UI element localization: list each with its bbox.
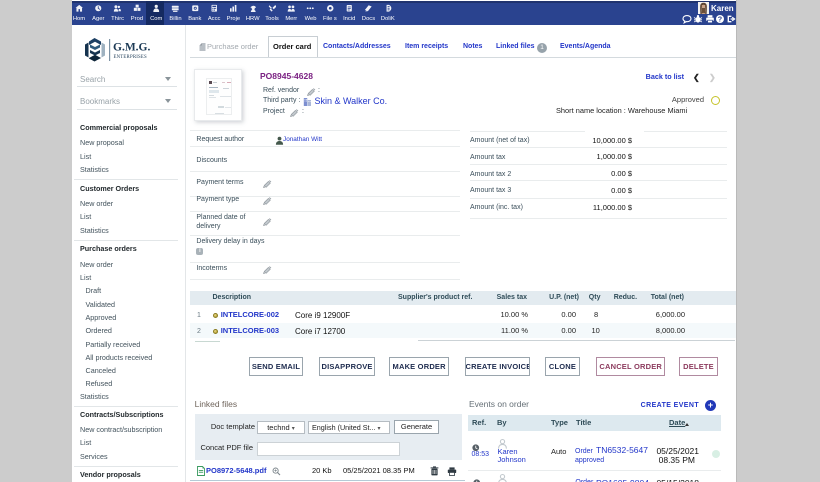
svg-text:ENTERPRISES: ENTERPRISES	[114, 55, 148, 60]
svg-text:?: ?	[718, 15, 722, 24]
svg-text:G.M.G.: G.M.G.	[113, 42, 150, 54]
